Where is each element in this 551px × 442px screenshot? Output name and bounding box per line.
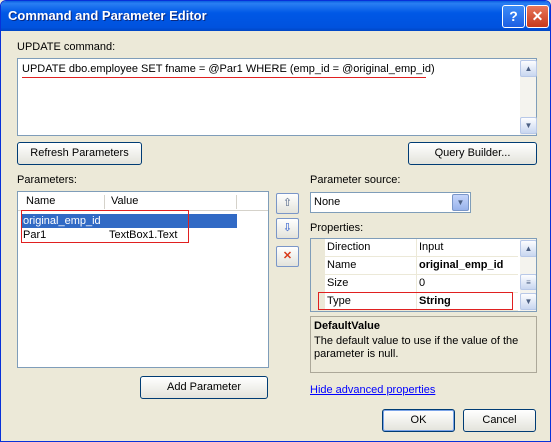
- type-highlight-box: [318, 292, 513, 310]
- add-parameter-button[interactable]: Add Parameter: [140, 376, 268, 399]
- delete-parameter-button[interactable]: ✕: [276, 246, 299, 267]
- column-header-value[interactable]: Value: [111, 195, 138, 207]
- property-value[interactable]: original_emp_id: [419, 259, 503, 271]
- properties-grid[interactable]: Direction Input Name original_emp_id Siz…: [310, 238, 537, 312]
- parameter-source-value: None: [314, 196, 341, 208]
- property-divider: [416, 239, 417, 256]
- property-divider: [416, 257, 417, 274]
- query-builder-button[interactable]: Query Builder...: [408, 142, 537, 165]
- properties-label: Properties:: [310, 222, 364, 234]
- property-value[interactable]: 0: [419, 277, 425, 289]
- column-header-name[interactable]: Name: [26, 195, 55, 207]
- property-value[interactable]: Input: [419, 241, 443, 253]
- cancel-button[interactable]: Cancel: [463, 409, 536, 432]
- column-separator[interactable]: [104, 195, 105, 209]
- properties-scrollbar[interactable]: ▲ ≡ ▼: [520, 239, 536, 311]
- description-text: The default value to use if the value of…: [314, 335, 519, 360]
- ok-button[interactable]: OK: [382, 409, 455, 432]
- scroll-up-arrow-icon[interactable]: ▲: [520, 60, 537, 77]
- parameters-label: Parameters:: [17, 174, 77, 186]
- scroll-down-arrow-icon[interactable]: ▼: [520, 117, 537, 134]
- property-name: Size: [327, 277, 349, 289]
- move-up-button[interactable]: ⇧: [276, 193, 299, 214]
- property-row[interactable]: Size 0: [325, 275, 518, 293]
- property-row[interactable]: Direction Input: [325, 239, 518, 257]
- update-command-label: UPDATE command:: [17, 41, 116, 53]
- hide-advanced-properties-link[interactable]: Hide advanced properties: [310, 384, 435, 396]
- move-down-button[interactable]: ⇩: [276, 218, 299, 239]
- chevron-down-icon[interactable]: ▼: [452, 194, 469, 211]
- update-command-text[interactable]: UPDATE dbo.employee SET fname = @Par1 WH…: [22, 63, 512, 75]
- parameters-highlight-box: [21, 210, 189, 243]
- scroll-down-arrow-icon[interactable]: ▼: [520, 293, 536, 310]
- update-command-textarea[interactable]: UPDATE dbo.employee SET fname = @Par1 WH…: [17, 58, 537, 136]
- arrow-up-icon: ⇧: [282, 197, 293, 209]
- column-separator[interactable]: [236, 195, 237, 209]
- property-name: Direction: [327, 241, 371, 253]
- parameters-list-header: Name Value: [18, 192, 268, 211]
- help-button[interactable]: ?: [502, 5, 525, 28]
- parameters-list[interactable]: Name Value original_emp_id Par1 TextBox1…: [17, 191, 269, 368]
- window-title: Command and Parameter Editor: [8, 8, 207, 23]
- property-description-panel: DefaultValue The default value to use if…: [310, 316, 537, 373]
- property-divider: [416, 275, 417, 292]
- property-name: Name: [327, 259, 357, 271]
- arrow-down-icon: ⇩: [282, 222, 293, 234]
- refresh-parameters-button[interactable]: Refresh Parameters: [17, 142, 142, 165]
- title-bar[interactable]: Command and Parameter Editor ? ✕: [1, 1, 550, 31]
- close-button[interactable]: ✕: [526, 5, 549, 28]
- scroll-up-arrow-icon[interactable]: ▲: [520, 240, 536, 257]
- command-highlight-underline: [22, 77, 426, 78]
- command-parameter-editor-dialog: Command and Parameter Editor ? ✕ UPDATE …: [0, 0, 551, 442]
- parameter-source-select[interactable]: None ▼: [310, 192, 471, 213]
- property-row[interactable]: Name original_emp_id: [325, 257, 518, 275]
- scroll-thumb[interactable]: ≡: [520, 274, 536, 290]
- command-scrollbar[interactable]: ▲ ▼: [520, 59, 537, 135]
- description-title: DefaultValue: [314, 320, 381, 332]
- delete-icon: ✕: [282, 250, 293, 262]
- parameter-source-label: Parameter source:: [310, 174, 401, 186]
